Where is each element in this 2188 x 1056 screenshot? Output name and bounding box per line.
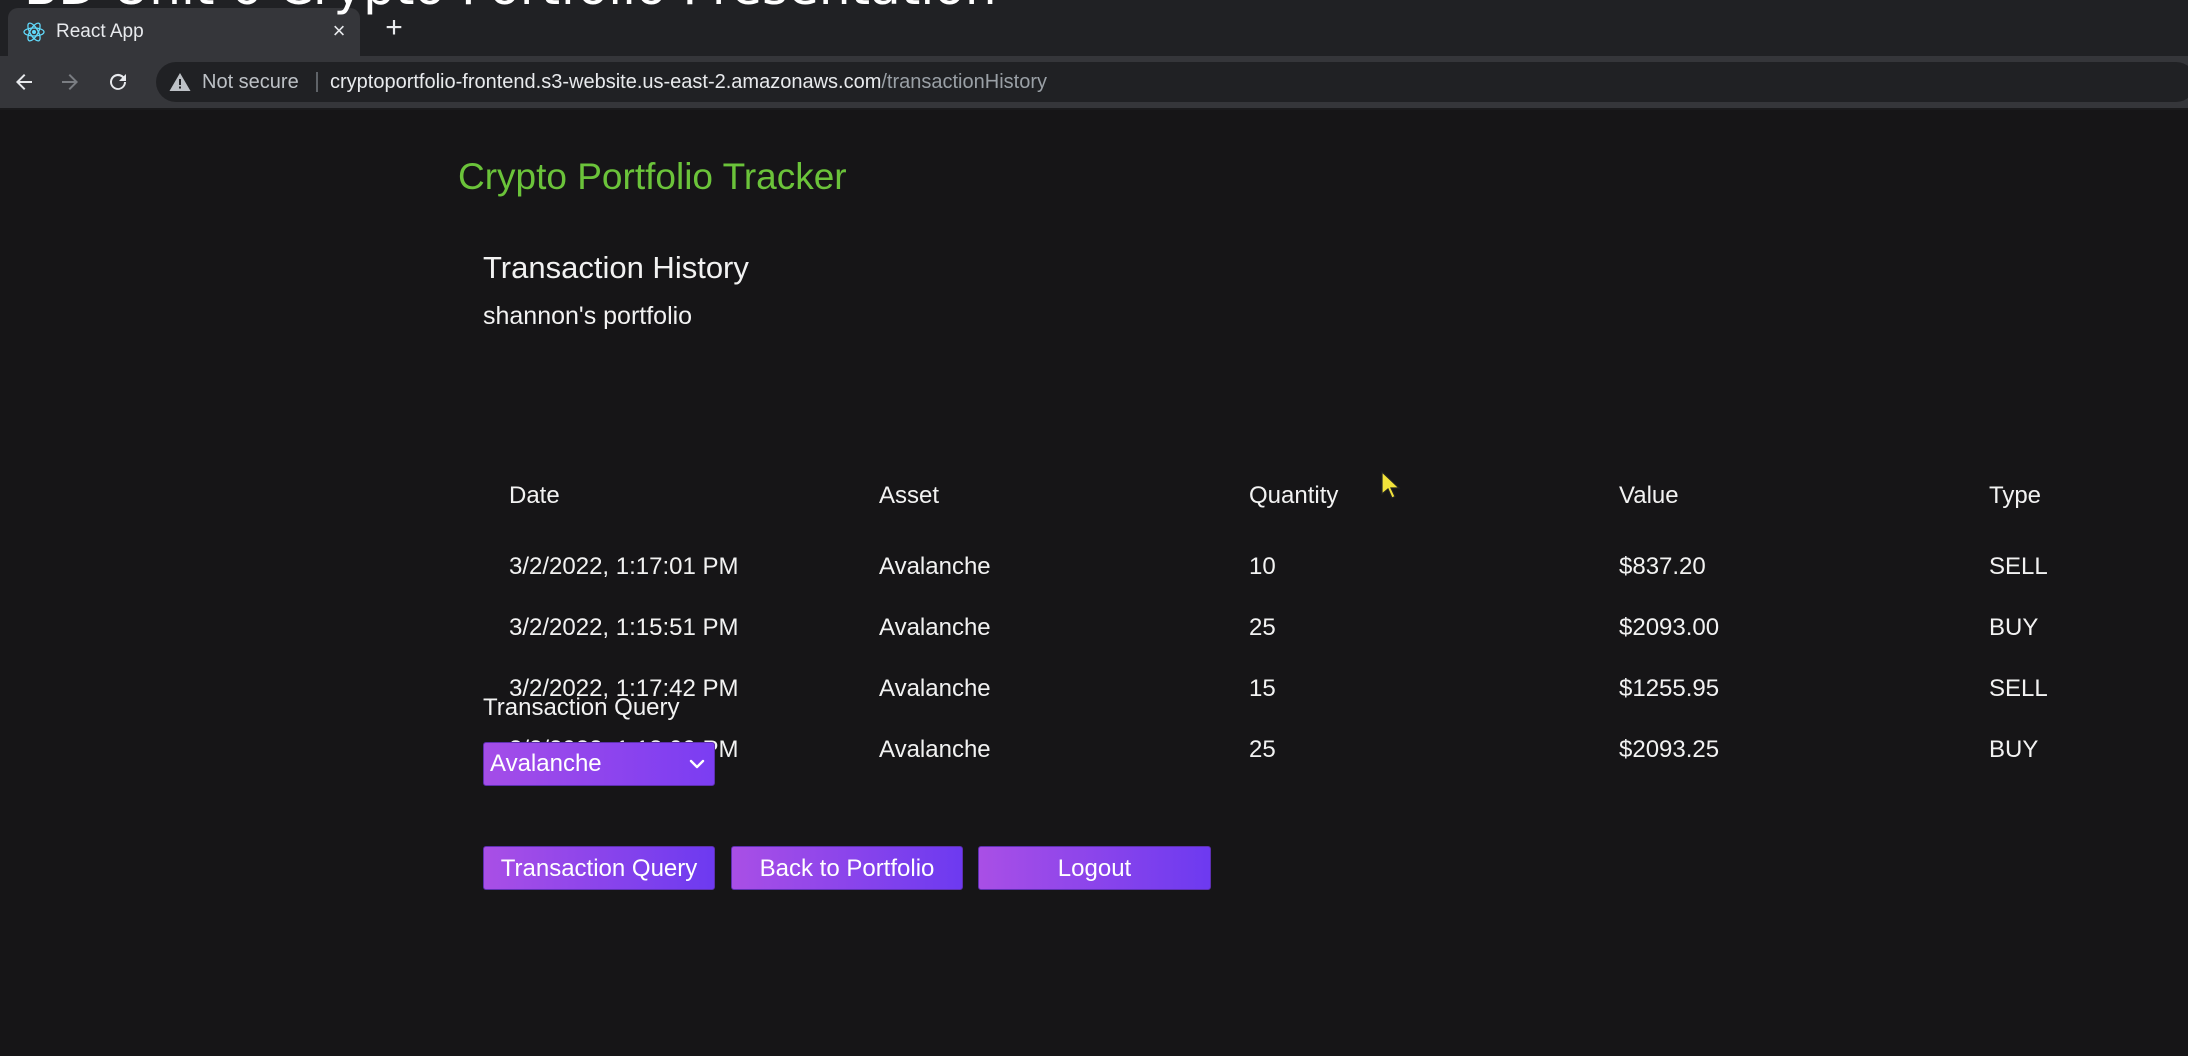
cell-quantity: 10 xyxy=(1249,552,1276,580)
app-title: Crypto Portfolio Tracker xyxy=(458,156,847,197)
video-overlay-title: BD Unit 6 Crypto Portfolio Presentation xyxy=(24,0,997,16)
address-bar[interactable]: Not secure cryptoportfolio-frontend.s3-w… xyxy=(156,62,2188,102)
cell-date: 3/2/2022, 1:15:51 PM xyxy=(509,613,739,641)
cell-value: $2093.25 xyxy=(1619,735,1720,763)
table-row: 3/2/2022, 1:17:42 PM Avalanche 15 $1255.… xyxy=(483,658,2139,719)
transaction-query-button[interactable]: Transaction Query xyxy=(483,846,715,890)
portfolio-name: shannon's portfolio xyxy=(483,302,693,330)
warning-icon xyxy=(168,70,192,94)
table-row: 3/2/2022, 1:17:01 PM Avalanche 10 $837.2… xyxy=(483,536,2139,597)
mouse-cursor-icon xyxy=(1380,470,1402,500)
asset-select[interactable]: Avalanche xyxy=(483,742,715,786)
cell-value: $1255.95 xyxy=(1619,674,1720,702)
transaction-table: Date Asset Quantity Value Type 3/2/2022,… xyxy=(483,476,2139,780)
cell-type: SELL xyxy=(1989,674,2048,702)
cell-asset: Avalanche xyxy=(879,735,991,763)
cell-value: $2093.00 xyxy=(1619,613,1720,641)
cell-type: SELL xyxy=(1989,552,2048,580)
column-header-asset: Asset xyxy=(879,482,940,509)
tab-title: React App xyxy=(56,21,144,42)
cell-type: BUY xyxy=(1989,735,2039,763)
back-arrow-icon[interactable] xyxy=(6,64,42,100)
page-heading: Transaction History xyxy=(483,250,749,285)
column-header-type: Type xyxy=(1989,482,2042,509)
react-icon xyxy=(22,20,46,44)
cell-quantity: 25 xyxy=(1249,613,1276,641)
url-path: /transactionHistory xyxy=(881,71,1047,93)
cell-asset: Avalanche xyxy=(879,552,991,580)
browser-toolbar: Not secure cryptoportfolio-frontend.s3-w… xyxy=(0,56,2188,108)
new-tab-button[interactable]: + xyxy=(378,12,410,44)
forward-arrow-icon[interactable] xyxy=(52,64,88,100)
column-header-quantity: Quantity xyxy=(1249,482,1339,509)
table-header-row: Date Asset Quantity Value Type xyxy=(483,476,2139,536)
cell-date: 3/2/2022, 1:17:01 PM xyxy=(509,552,739,580)
table-row: 3/2/2022, 1:18:00 PM Avalanche 25 $2093.… xyxy=(483,719,2139,780)
back-to-portfolio-button[interactable]: Back to Portfolio xyxy=(731,846,963,890)
url-text[interactable]: cryptoportfolio-frontend.s3-website.us-e… xyxy=(330,62,1047,102)
close-icon[interactable]: × xyxy=(326,18,352,44)
url-host: cryptoportfolio-frontend.s3-website.us-e… xyxy=(330,71,882,93)
url-divider xyxy=(316,72,318,92)
security-label[interactable]: Not secure xyxy=(202,62,299,102)
asset-select-value: Avalanche xyxy=(490,750,602,777)
cell-value: $837.20 xyxy=(1619,552,1706,580)
cell-asset: Avalanche xyxy=(879,674,991,702)
chevron-down-icon xyxy=(686,753,708,775)
cell-type: BUY xyxy=(1989,613,2039,641)
table-row: 3/2/2022, 1:15:51 PM Avalanche 25 $2093.… xyxy=(483,597,2139,658)
cell-quantity: 15 xyxy=(1249,674,1276,702)
column-header-date: Date xyxy=(509,482,560,509)
logout-button[interactable]: Logout xyxy=(978,846,1211,890)
cell-asset: Avalanche xyxy=(879,613,991,641)
page-viewport: Crypto Portfolio Tracker Transaction His… xyxy=(0,110,2188,1056)
reload-icon[interactable] xyxy=(100,64,136,100)
cell-quantity: 25 xyxy=(1249,735,1276,763)
column-header-value: Value xyxy=(1619,482,1679,509)
transaction-query-label: Transaction Query xyxy=(483,694,680,721)
